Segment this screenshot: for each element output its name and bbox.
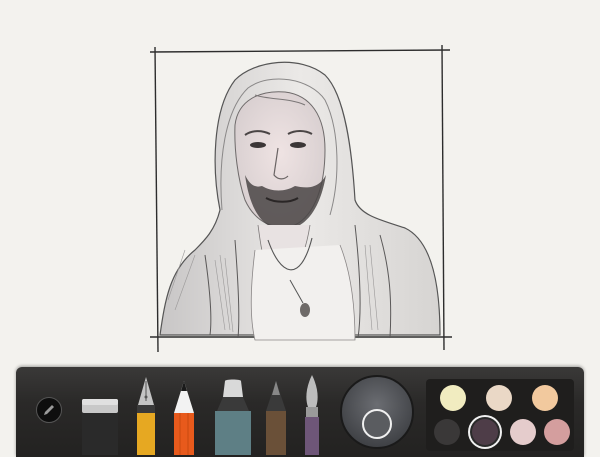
pencil-tool-icon[interactable] bbox=[172, 379, 196, 455]
swatch-charcoal[interactable] bbox=[434, 419, 460, 445]
tool-tray bbox=[16, 367, 584, 457]
fountain-pen-icon[interactable] bbox=[134, 375, 158, 455]
color-swatches bbox=[426, 379, 574, 451]
palette-toggle-button[interactable] bbox=[36, 397, 62, 423]
swatch-cream[interactable] bbox=[440, 385, 466, 411]
eraser-icon[interactable] bbox=[80, 395, 120, 455]
current-color-indicator bbox=[362, 409, 392, 439]
drawing-canvas[interactable] bbox=[0, 0, 600, 365]
swatch-rose[interactable] bbox=[544, 419, 570, 445]
sketch-drawing bbox=[149, 44, 452, 353]
outline-pen-icon[interactable] bbox=[262, 379, 290, 455]
marker-icon[interactable] bbox=[211, 379, 255, 455]
swatch-peach[interactable] bbox=[532, 385, 558, 411]
pencil-icon bbox=[44, 405, 54, 415]
swatch-beige[interactable] bbox=[486, 385, 512, 411]
color-mixer-icon[interactable] bbox=[339, 372, 415, 452]
swatch-plum-selected[interactable] bbox=[472, 419, 498, 445]
swatch-light-pink[interactable] bbox=[510, 419, 536, 445]
brush-icon[interactable] bbox=[300, 373, 324, 455]
